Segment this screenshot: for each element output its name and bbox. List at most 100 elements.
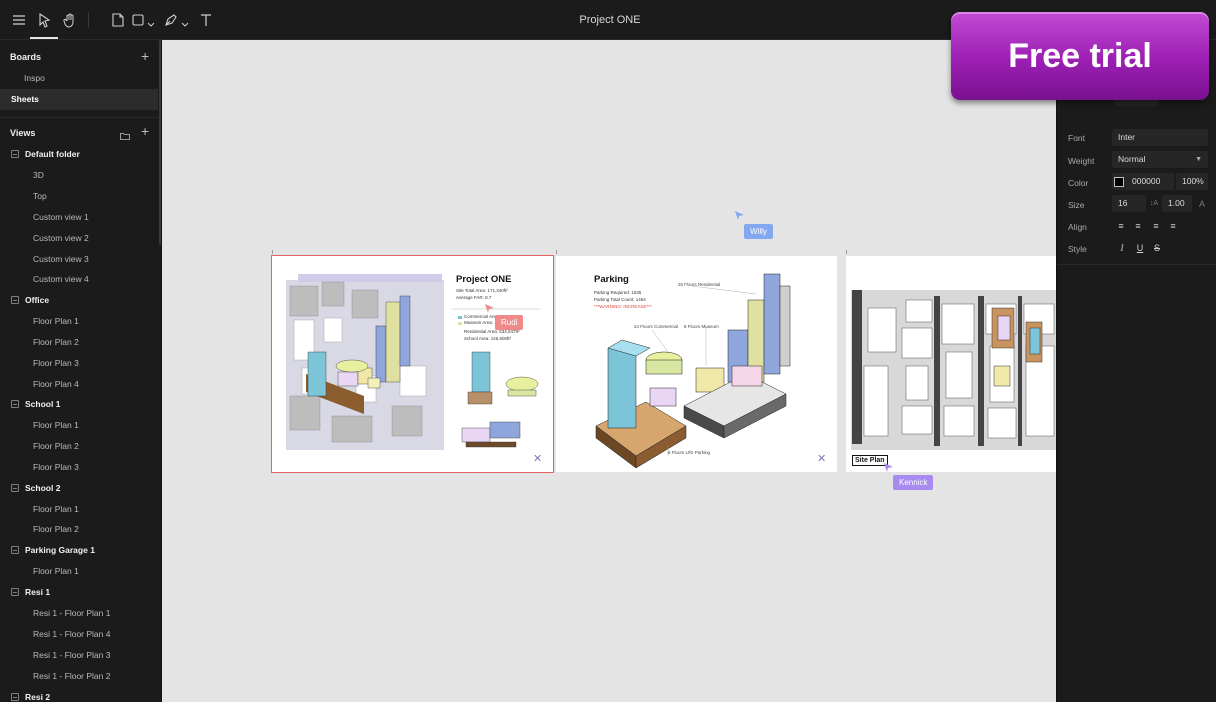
site-plan-drawing [851,290,1056,450]
align-left-icon[interactable]: ≡ [1115,220,1127,232]
view-item[interactable]: Resi 1 - Floor Plan 1 [0,603,158,624]
sheet-info-line: Parking Required: 1535 [594,290,642,295]
view-item[interactable]: Floor Plan 1 [0,311,158,332]
shape-icon[interactable] [128,10,148,30]
line-height-field[interactable]: 1.00 [1162,195,1192,212]
folder-school-1[interactable]: School 1 [0,394,158,415]
view-item[interactable]: Floor Plan 2 [0,332,158,353]
align-justify-icon[interactable]: ≡ [1167,220,1179,232]
hand-icon[interactable] [60,10,80,30]
view-item[interactable]: Floor Plan 4 [0,374,158,395]
add-board-icon[interactable]: + [141,49,149,63]
view-item[interactable]: Floor Plan 3 [0,457,158,478]
color-label: Color [1068,178,1089,188]
sheet-parking[interactable]: Parking Parking Required: 1535 Parking T… [556,256,837,472]
sheet-site-plan[interactable]: Site Plan [846,256,1056,472]
views-header: Views [10,128,36,138]
page-icon[interactable] [108,10,128,30]
folder-label: School 2 [25,483,61,493]
weight-select[interactable]: Normal ▼ [1112,151,1208,168]
legend-item: School Area: 126,600ft² [464,336,512,341]
annotation: 24 Floors Commercial [634,324,679,329]
view-item[interactable]: Custom view 2 [0,228,158,249]
view-item[interactable]: Resi 1 - Floor Plan 2 [0,666,158,687]
line-height-icon: ↕A [1149,200,1159,207]
folder-label: Resi 2 [25,692,51,702]
folder-label: Office [25,295,50,305]
toolbar-divider [88,12,89,28]
boards-header: Boards [10,52,42,62]
app-logo-icon: ✕ [817,453,827,465]
style-label: Style [1068,244,1087,254]
font-size-field[interactable]: 16 [1112,195,1146,212]
view-item[interactable]: Resi 1 - Floor Plan 3 [0,645,158,666]
view-item[interactable]: Floor Plan 1 [0,415,158,436]
panel-divider [1057,264,1216,265]
view-item[interactable]: Floor Plan 1 [0,499,158,520]
align-right-icon[interactable]: ≡ [1150,220,1162,232]
collapse-icon[interactable] [11,546,19,554]
view-item[interactable]: Custom view 4 [0,269,158,290]
folder-parking-garage-1[interactable]: Parking Garage 1 [0,540,158,561]
letter-spacing-icon[interactable]: A [1196,198,1208,210]
view-item[interactable]: Custom view 1 [0,207,158,228]
view-item[interactable]: Floor Plan 1 [0,561,158,582]
opacity-field[interactable]: 100% [1176,173,1208,190]
view-item[interactable]: 3D [0,165,158,186]
document-title: Project ONE [579,14,641,26]
board-item-sheets[interactable]: Sheets [0,89,158,110]
color-swatch[interactable] [1114,177,1124,187]
folder-resi-1[interactable]: Resi 1 [0,582,158,603]
collapse-icon[interactable] [11,484,19,492]
properties-panel: Font Inter Weight Normal ▼ Color 000000 … [1056,40,1216,702]
collapse-icon[interactable] [11,693,19,701]
folder-resi-2[interactable]: Resi 2 [0,687,158,702]
collapse-icon[interactable] [11,588,19,596]
frame-marker [846,250,847,254]
collapse-icon[interactable] [11,296,19,304]
frame-marker [272,250,273,254]
site-plan-label[interactable]: Site Plan [852,455,888,466]
chevron-down-icon[interactable] [181,15,189,27]
collaborator-tag-rudi: Rudi [495,315,524,330]
site-3d-render [286,274,540,450]
italic-icon[interactable]: I [1116,242,1128,254]
view-item[interactable]: Floor Plan 2 [0,519,158,540]
free-trial-badge[interactable]: Free trial [951,12,1209,100]
view-item[interactable]: Top [0,186,158,207]
sidebar-scrollbar[interactable] [159,40,161,245]
sheet-info-line: Average FAR: 8.7 [456,295,492,300]
size-label: Size [1068,200,1085,210]
select-icon[interactable] [34,10,54,30]
folder-school-2[interactable]: School 2 [0,478,158,499]
view-item[interactable]: Custom view 3 [0,249,158,270]
app-logo-icon: ✕ [533,453,543,465]
sidebar-divider [0,117,158,118]
view-item[interactable]: Resi 1 - Floor Plan 4 [0,624,158,645]
underline-icon[interactable]: U [1134,242,1146,254]
folder-label: Parking Garage 1 [25,545,95,555]
menu-icon[interactable] [9,10,29,30]
view-item[interactable]: Floor Plan 3 [0,353,158,374]
sheet-title: Parking [594,274,629,285]
chevron-down-icon[interactable] [147,15,155,27]
view-item[interactable]: Floor Plan 2 [0,436,158,457]
text-icon[interactable] [196,10,216,30]
strikethrough-icon[interactable]: S [1151,242,1163,254]
font-field[interactable]: Inter [1112,129,1208,146]
add-view-icon[interactable]: + [141,124,149,138]
app-window: Project ONE Boards + Inspo Sheets Views … [0,0,1216,702]
folder-office[interactable]: Office [0,290,158,311]
collapse-icon[interactable] [11,150,19,158]
canvas[interactable]: Project ONE Site Total Area: 171,340ft² … [163,40,1056,702]
folder-label: School 1 [25,399,61,409]
folder-add-icon[interactable] [120,127,130,140]
board-item-inspo[interactable]: Inspo [0,68,158,89]
folder-default[interactable]: Default folder [0,144,158,165]
collapse-icon[interactable] [11,400,19,408]
collaborator-tag-willy: Willy [744,224,773,239]
warning-text: ***WARNING: INCREASE*** [594,304,652,309]
pen-icon[interactable] [161,10,181,30]
align-center-icon[interactable]: ≡ [1132,220,1144,232]
sheet-project-one[interactable]: Project ONE Site Total Area: 171,340ft² … [271,255,554,473]
